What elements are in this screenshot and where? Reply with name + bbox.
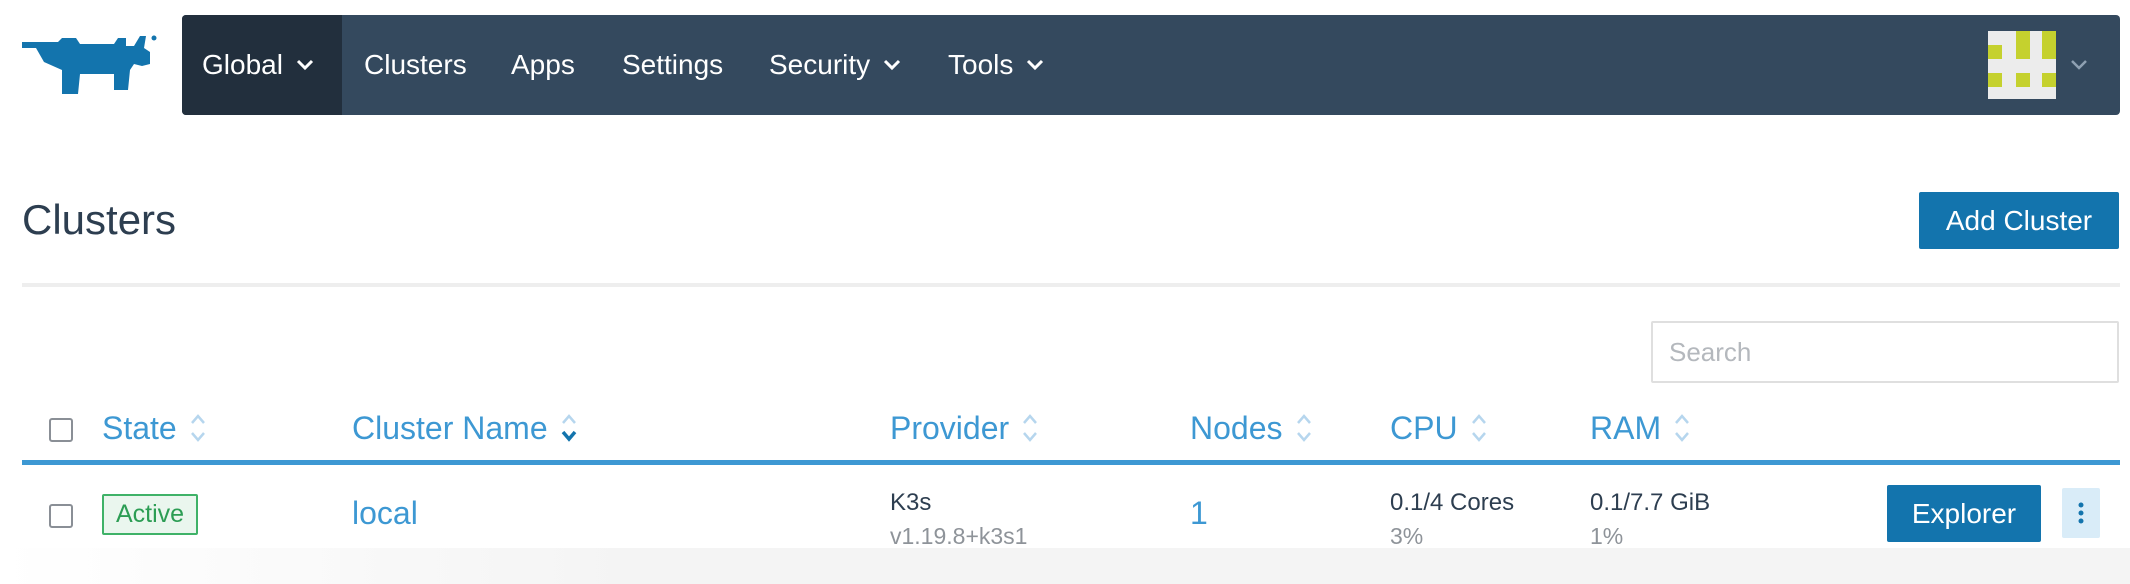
column-header-nodes[interactable]: Nodes [1190,406,1313,450]
nav-item-label: Tools [948,49,1014,80]
column-header-label: CPU [1390,409,1458,446]
column-header-cluster-name[interactable]: Cluster Name [352,406,578,450]
explorer-button[interactable]: Explorer [1887,485,2041,542]
column-header-label: RAM [1590,409,1662,446]
chevron-down-icon[interactable] [2070,59,2088,71]
page-title: Clusters [22,196,177,243]
provider-name: K3s [890,489,932,516]
row-checkbox[interactable] [49,504,73,528]
add-cluster-button[interactable]: Add Cluster [1919,192,2119,249]
table-header-rule [22,460,2120,465]
nav-item-tools[interactable]: Tools [948,15,1045,115]
nav-item-clusters[interactable]: Clusters [364,15,467,115]
divider [22,283,2120,287]
kebab-menu-icon [2078,502,2084,524]
chevron-down-icon [884,59,901,71]
sort-both-icon [1296,414,1311,442]
status-badge: Active [102,494,199,535]
column-header-provider[interactable]: Provider [890,406,1039,450]
nav-item-label: Clusters [364,49,467,80]
column-header-cpu[interactable]: CPU [1390,406,1488,450]
nav-item-apps[interactable]: Apps [511,15,575,115]
top-header: Global Clusters Apps Settings Security T… [0,0,2130,130]
chevron-down-icon [296,59,313,71]
nav-item-security[interactable]: Security [769,15,902,115]
nav-item-label: Global [202,49,283,80]
sort-both-icon [1471,414,1486,442]
nodes-count-link[interactable]: 1 [1190,495,1208,532]
sort-both-icon [190,414,205,442]
column-header-ram[interactable]: RAM [1590,406,1691,450]
sort-desc-icon [561,414,576,442]
nav-item-label: Security [769,49,871,80]
cluster-name-link[interactable]: local [352,495,418,532]
user-avatar-icon[interactable] [1988,31,2056,99]
cpu-usage: 0.1/4 Cores [1390,489,1515,516]
column-header-label: Provider [890,409,1010,446]
row-actions-button[interactable] [2062,488,2100,538]
ram-percent: 1% [1590,523,1624,549]
column-header-state[interactable]: State [102,406,207,450]
column-header-label: State [102,409,177,446]
sort-both-icon [1675,414,1690,442]
main-navbar: Global Clusters Apps Settings Security T… [182,15,2120,115]
column-header-label: Cluster Name [352,409,548,446]
nav-item-global[interactable]: Global [182,15,342,115]
provider-version: v1.19.8+k3s1 [890,523,1028,549]
cpu-percent: 3% [1390,523,1424,549]
chevron-down-icon [1027,59,1044,71]
search-input[interactable] [1651,321,2119,383]
rancher-logo-icon[interactable] [18,34,158,98]
column-header-label: Nodes [1190,409,1283,446]
sort-both-icon [1023,414,1038,442]
nav-item-settings[interactable]: Settings [622,15,723,115]
nav-item-label: Apps [511,49,575,80]
bottom-shadow [0,548,2130,584]
select-all-checkbox[interactable] [49,418,73,442]
nav-item-label: Settings [622,49,724,80]
ram-usage: 0.1/7.7 GiB [1590,489,1711,516]
